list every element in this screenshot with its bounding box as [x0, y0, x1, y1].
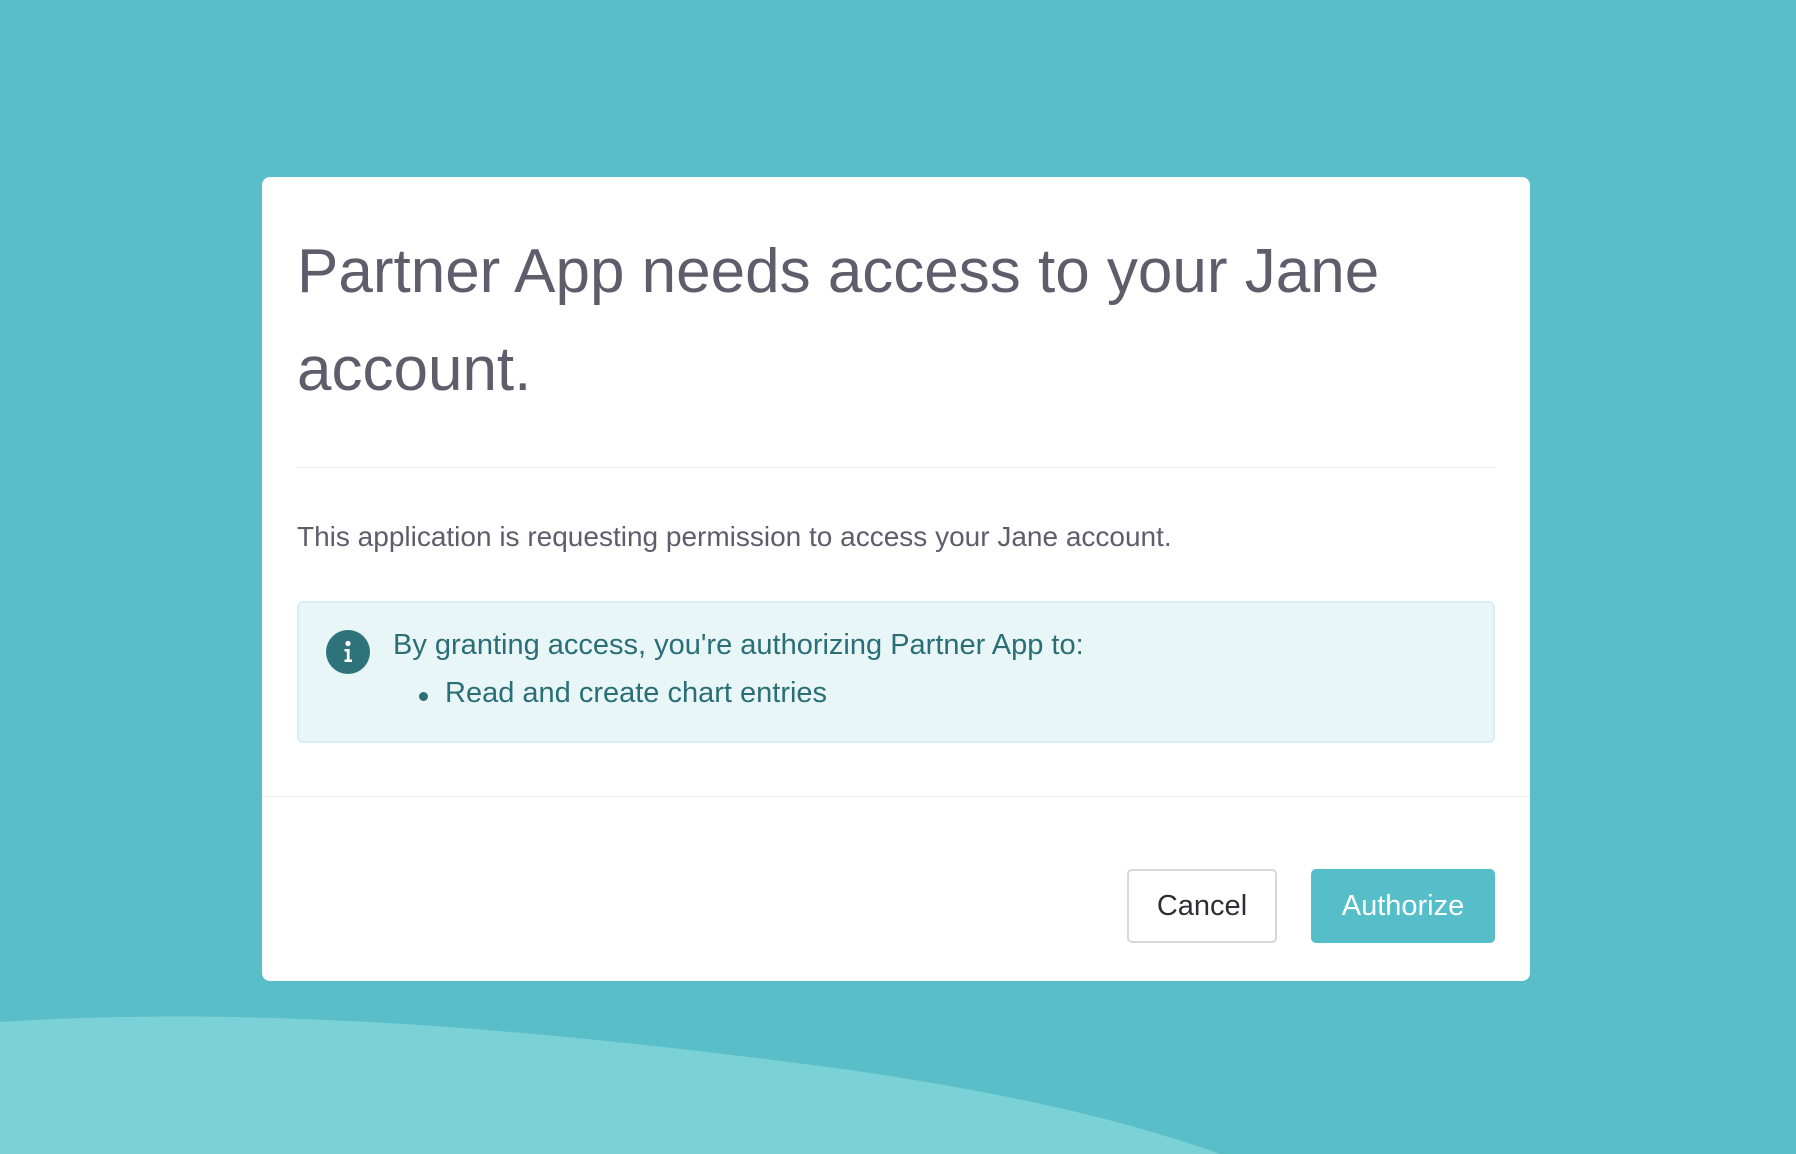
permissions-info-box: By granting access, you're authorizing P… — [297, 601, 1495, 743]
dialog-footer: Cancel Authorize — [262, 796, 1530, 982]
permissions-list: Read and create chart entries — [419, 677, 827, 710]
dialog-header: Partner App needs access to your Jane ac… — [297, 177, 1495, 468]
cancel-button[interactable]: Cancel — [1127, 869, 1277, 943]
permissions-heading: By granting access, you're authorizing P… — [393, 629, 1084, 661]
permission-item: Read and create chart entries — [419, 677, 827, 710]
authorization-dialog: Partner App needs access to your Jane ac… — [262, 177, 1530, 981]
permission-label: Read and create chart entries — [445, 677, 828, 709]
info-icon — [326, 630, 370, 674]
bullet-icon — [419, 692, 428, 701]
authorize-button[interactable]: Authorize — [1311, 869, 1495, 943]
dialog-intro-text: This application is requesting permissio… — [297, 521, 1172, 552]
dialog-title: Partner App needs access to your Jane ac… — [297, 237, 1380, 404]
